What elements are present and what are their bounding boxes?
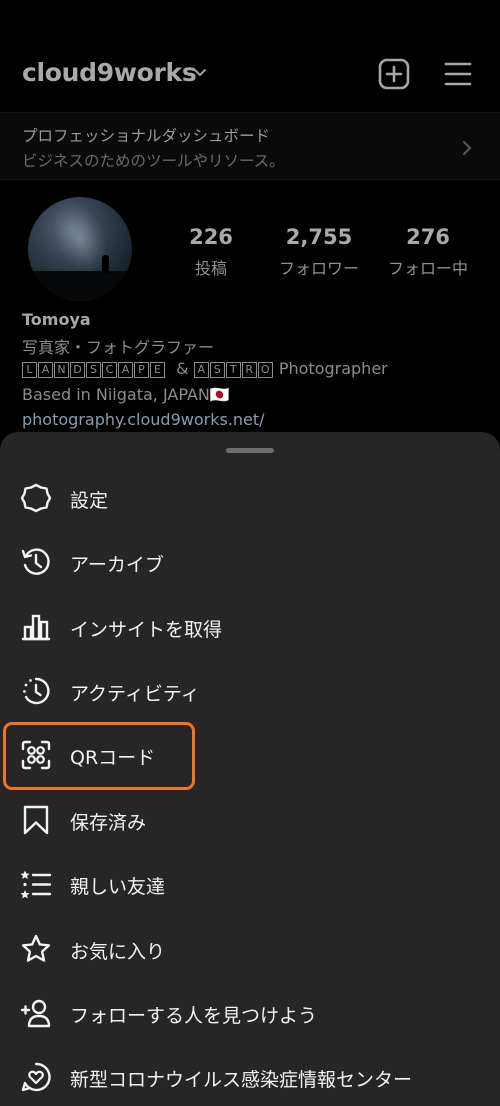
silhouette-image xyxy=(102,255,109,273)
astro-boxed-word: ASTRO xyxy=(193,359,274,378)
hamburger-menu-icon[interactable] xyxy=(444,60,472,88)
boxed-letter: L xyxy=(22,362,37,378)
menu-item-covid-info[interactable]: 新型コロナウイルス感染症情報センター xyxy=(0,1045,500,1106)
menu-item-label: アーカイブ xyxy=(70,554,164,576)
boxed-letter: T xyxy=(225,362,241,378)
sheet-drag-handle[interactable] xyxy=(226,448,274,453)
photographer-suffix: Photographer xyxy=(273,359,388,378)
menu-item-label: 設定 xyxy=(70,490,109,512)
boxed-letter: O xyxy=(257,362,273,378)
chevron-down-icon[interactable] xyxy=(193,68,207,78)
insights-icon xyxy=(21,614,51,641)
chevron-right-icon xyxy=(463,141,472,155)
menu-item-label: 保存済み xyxy=(70,812,147,834)
horizon-image xyxy=(28,271,132,301)
profile-header: cloud9works xyxy=(0,0,500,110)
activity-icon xyxy=(23,677,50,705)
boxed-letter: S xyxy=(86,362,101,378)
posts-stat[interactable]: 226 投稿 xyxy=(170,225,252,279)
menu-item-label: インサイトを取得 xyxy=(70,619,223,641)
following-stat[interactable]: 276 フォロー中 xyxy=(376,225,480,279)
boxed-letter: E xyxy=(150,362,165,378)
boxed-letter: A xyxy=(193,362,209,378)
bio-line-3: Based in Niigata, JAPAN🇯🇵 xyxy=(22,385,230,404)
website-link[interactable]: photography.cloud9works.net/ xyxy=(22,410,265,429)
followers-count: 2,755 xyxy=(285,225,353,249)
menu-item-label: 新型コロナウイルス感染症情報センター xyxy=(70,1069,413,1091)
menu-item-label: アクティビティ xyxy=(70,683,200,705)
avatar[interactable] xyxy=(28,197,132,301)
add-post-icon[interactable] xyxy=(378,58,410,90)
close-friends-icon xyxy=(20,870,52,899)
menu-item-insights[interactable]: インサイトを取得 xyxy=(0,595,500,659)
posts-label: 投稿 xyxy=(194,259,227,278)
menu-item-label: フォローする人を見つけよう xyxy=(70,1005,318,1027)
boxed-letter: A xyxy=(38,362,53,378)
posts-count: 226 xyxy=(189,225,233,249)
archive-icon xyxy=(21,548,50,575)
menu-item-activity[interactable]: アクティビティ xyxy=(0,659,500,723)
boxed-letter: D xyxy=(70,362,85,378)
boxed-letter: S xyxy=(209,362,225,378)
ampersand: & xyxy=(171,359,194,378)
settings-icon xyxy=(20,483,52,513)
star-icon xyxy=(21,934,51,962)
followers-label: フォロワー xyxy=(278,259,359,278)
menu-item-discover-people[interactable]: フォローする人を見つけよう xyxy=(0,981,500,1045)
dashboard-subtitle: ビジネスのためのツールやリソース。 xyxy=(22,152,285,170)
menu-item-favorites[interactable]: お気に入り xyxy=(0,917,500,981)
boxed-letter: R xyxy=(241,362,257,378)
menu-item-archive[interactable]: アーカイブ xyxy=(0,530,500,594)
boxed-letter: N xyxy=(54,362,69,378)
following-count: 276 xyxy=(406,225,450,249)
boxed-letter: A xyxy=(118,362,133,378)
username-switcher[interactable]: cloud9works xyxy=(22,58,197,87)
bookmark-icon xyxy=(23,805,49,835)
bio-line-1: 写真家・フォトグラファー xyxy=(22,338,215,357)
covid-info-icon xyxy=(21,1062,51,1092)
menu-item-label: 親しい友達 xyxy=(70,876,166,898)
followers-stat[interactable]: 2,755 フォロワー xyxy=(266,225,372,279)
add-person-icon xyxy=(20,999,51,1028)
profile-name: Tomoya xyxy=(22,310,91,329)
boxed-letter: C xyxy=(102,362,117,378)
following-label: フォロー中 xyxy=(387,259,468,278)
professional-dashboard-banner[interactable]: プロフェッショナルダッシュボード ビジネスのためのツールやリソース。 xyxy=(0,112,500,180)
bio-line-2: LANDSCAPE & ASTRO Photographer xyxy=(22,359,388,378)
boxed-letter: P xyxy=(134,362,149,378)
landscape-boxed-word: LANDSCAPE xyxy=(22,359,171,378)
dashboard-title: プロフェッショナルダッシュボード xyxy=(22,127,271,145)
menu-item-close-friends[interactable]: 親しい友達 xyxy=(0,852,500,916)
menu-item-label: お気に入り xyxy=(70,941,166,963)
menu-item-settings[interactable]: 設定 xyxy=(0,466,500,530)
highlight-box xyxy=(3,722,195,790)
menu-item-saved[interactable]: 保存済み xyxy=(0,788,500,852)
